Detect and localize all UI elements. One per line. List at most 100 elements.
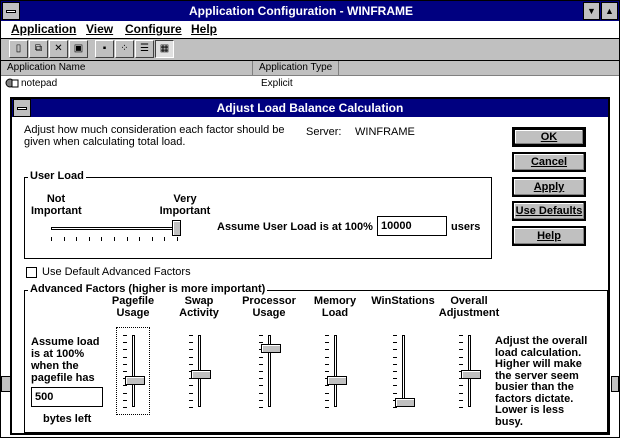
application-icon [5, 77, 19, 89]
overall-adjustment-tick [459, 363, 463, 365]
pagefile-input[interactable]: 500 [31, 387, 103, 407]
pagefile-usage-tick [123, 356, 127, 358]
swap-activity-tick [189, 392, 193, 394]
memory-load-tick [325, 349, 329, 351]
maximize-button[interactable]: ▲ [601, 2, 618, 20]
details-button[interactable]: ▦ [155, 40, 174, 58]
processor-usage-tick [259, 407, 263, 408]
application-name-cell[interactable]: notepad [21, 78, 57, 89]
copy-button[interactable]: ⧉ [29, 40, 48, 58]
processor-usage-tick [259, 378, 263, 380]
assume-user-load-label: Assume User Load is at 100% [217, 221, 373, 233]
server-value: WINFRAME [355, 126, 415, 138]
user-load-slider-thumb[interactable] [172, 220, 181, 236]
user-load-slider[interactable] [51, 220, 181, 241]
user-load-tick [164, 237, 166, 241]
not-important-label: Not Important [31, 193, 82, 217]
small-icons-button[interactable]: ⁘ [115, 40, 134, 58]
processor-usage-tick [259, 363, 263, 365]
new-icon: ▯ [15, 43, 22, 54]
overall-adjustment-slider-thumb[interactable] [461, 369, 481, 379]
window-title: Application Configuration - WINFRAME [189, 4, 413, 18]
menu-configure[interactable]: Configure [125, 22, 182, 36]
swap-activity-slider-thumb[interactable] [191, 369, 211, 379]
user-load-tick [126, 237, 128, 241]
winstations-tick [393, 363, 397, 365]
processor-usage-tick [259, 392, 263, 394]
minimize-button[interactable]: ▼ [583, 2, 600, 20]
winstations-tick [393, 407, 397, 408]
swap-activity-tick [189, 349, 193, 351]
pagefile-usage-tick [123, 392, 127, 394]
ok-button[interactable]: OK [512, 127, 586, 147]
pagefile-usage-tick [123, 363, 127, 365]
cancel-button[interactable]: Cancel [512, 152, 586, 172]
memory-load-slider-thumb[interactable] [327, 375, 347, 385]
menu-view[interactable]: View [86, 22, 113, 36]
swap-activity-tick [189, 356, 193, 358]
users-input[interactable]: 10000 [377, 216, 447, 236]
user-load-tick [88, 237, 90, 241]
use-defaults-button[interactable]: Use Defaults [512, 201, 586, 221]
menu-application[interactable]: Application [11, 22, 76, 36]
delete-icon: ✕ [54, 43, 63, 54]
column-application-type[interactable]: Application Type [253, 61, 339, 75]
main-title-bar[interactable]: Application Configuration - WINFRAME ▼ ▲ [1, 1, 619, 21]
menu-bar: Application View Configure Help [1, 21, 619, 39]
processor-usage-tick [259, 385, 263, 387]
memory-load-tick [325, 399, 329, 401]
menu-help[interactable]: Help [191, 22, 217, 36]
small-icons-icon: ⁘ [120, 43, 129, 54]
pagefile-usage-tick [123, 342, 127, 344]
winstations-tick [393, 385, 397, 387]
user-load-tick [114, 237, 115, 241]
list-icon: ☰ [140, 43, 149, 54]
winstations-slider-thumb[interactable] [395, 398, 415, 407]
memory-load-tick [325, 356, 329, 358]
processor-usage-tick [259, 356, 263, 358]
maximize-icon: ▲ [605, 6, 614, 16]
pagefile-usage-slider-thumb[interactable] [125, 375, 145, 385]
large-icons-button[interactable]: ▪ [95, 40, 114, 58]
copy-icon: ⧉ [34, 43, 43, 54]
user-load-tick [177, 237, 178, 241]
swap-activity-tick [189, 385, 193, 387]
load-balance-dialog: Adjust Load Balance Calculation Adjust h… [10, 97, 610, 435]
use-default-advanced-label[interactable]: Use Default Advanced Factors [42, 266, 191, 278]
pagefile-usage-tick [123, 349, 127, 351]
large-icons-icon: ▪ [102, 43, 107, 54]
user-load-tick [151, 237, 153, 241]
memory-load-tick [325, 371, 329, 372]
swap-activity-label: Swap Activity [179, 295, 219, 319]
pagefile-usage-tick [123, 407, 127, 408]
dialog-title-bar[interactable]: Adjust Load Balance Calculation [12, 99, 608, 117]
system-menu-button[interactable] [2, 2, 20, 20]
processor-usage-slider-thumb[interactable] [261, 344, 281, 354]
user-load-title: User Load [28, 170, 86, 182]
memory-load-tick [325, 342, 329, 344]
winstations-tick [393, 342, 397, 344]
pagefile-usage-tick [123, 371, 127, 372]
user-load-tick [101, 237, 103, 241]
system-menu-icon [6, 10, 16, 13]
help-button[interactable]: Help [512, 226, 586, 246]
column-application-name[interactable]: Application Name [1, 61, 253, 75]
winstations-tick [393, 392, 397, 394]
overall-adjustment-tick [459, 342, 463, 344]
pagefile-usage-tick [123, 335, 127, 336]
properties-button[interactable]: ▣ [69, 40, 88, 58]
winstations-tick [393, 378, 397, 380]
memory-load-slider-track [334, 335, 337, 407]
pagefile-usage-tick [123, 385, 127, 387]
overall-adjustment-help: Adjust the overall load calculation. Hig… [495, 335, 588, 428]
pagefile-usage-tick [123, 399, 127, 401]
user-load-tick [51, 237, 52, 241]
overall-adjustment-tick [459, 349, 463, 351]
apply-button[interactable]: Apply [512, 177, 586, 197]
list-button[interactable]: ☰ [135, 40, 154, 58]
use-default-advanced-checkbox[interactable] [26, 267, 37, 278]
memory-load-tick [325, 335, 329, 336]
new-button[interactable]: ▯ [9, 40, 28, 58]
delete-button[interactable]: ✕ [49, 40, 68, 58]
overall-adjustment-tick [459, 356, 463, 358]
